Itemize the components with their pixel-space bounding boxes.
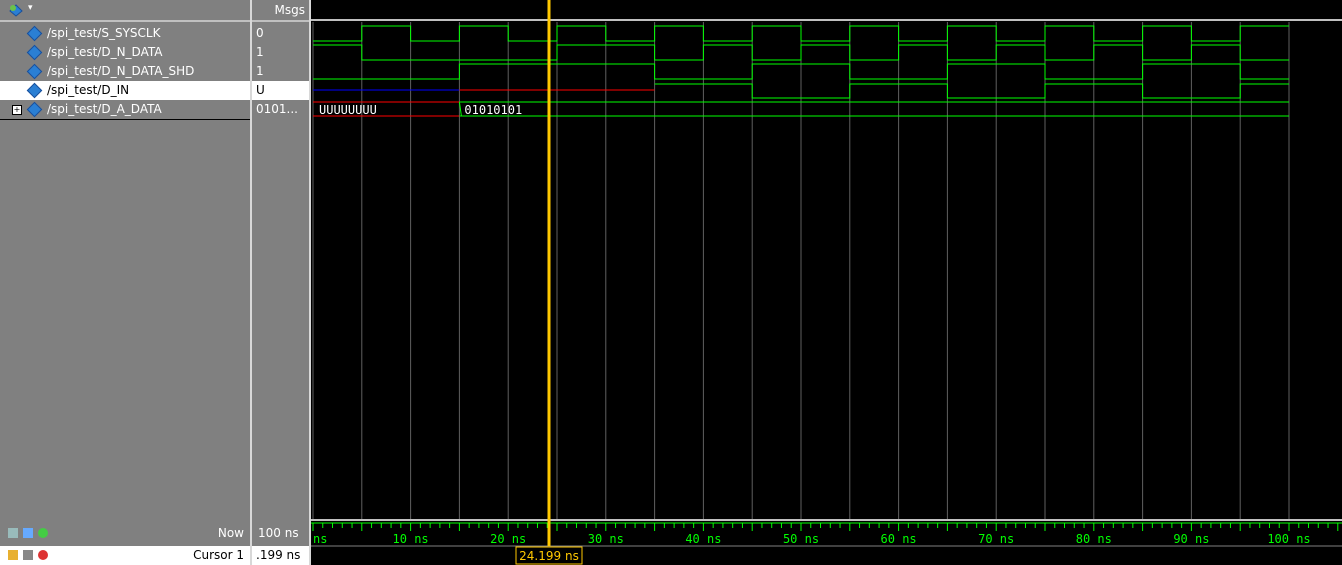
sysclk-wave <box>313 25 1289 42</box>
signal-diamond-icon <box>26 101 43 118</box>
signal-row-d-a-data[interactable]: + /spi_test/D_A_DATA <box>0 100 252 120</box>
signal-value: 1 <box>256 64 264 78</box>
ruler-label: 100 ns <box>1267 532 1310 546</box>
values-pane: Msgs 0 1 1 U 0101... 100 ns .199 ns <box>252 0 309 565</box>
signal-row-d-in[interactable]: /spi_test/D_IN <box>0 81 252 100</box>
waveform-area[interactable]: UUUUUUUU 01010101 0 ns 10 ns 20 ns 30 ns 40 n… <box>311 0 1342 565</box>
dropdown-arrow-icon[interactable]: ▾ <box>28 3 33 13</box>
names-header: ▾ <box>0 0 252 22</box>
expand-plus-icon[interactable]: + <box>12 105 22 115</box>
now-value-cell: 100 ns <box>252 522 309 545</box>
insert-icon[interactable] <box>23 528 33 538</box>
signal-row-sysclk[interactable]: /spi_test/S_SYSCLK <box>0 24 252 43</box>
signal-names-pane: ▾ /spi_test/S_SYSCLK /spi_test/D_N_DATA … <box>0 0 252 565</box>
add-cursor-icon[interactable] <box>38 528 48 538</box>
signal-diamond-icon <box>26 63 43 80</box>
cursor-row: Cursor 1 <box>0 546 252 565</box>
wave-tool-icon[interactable] <box>8 3 24 17</box>
ruler-label: 60 ns <box>881 532 917 546</box>
ruler-label: 30 ns <box>588 532 624 546</box>
bus-value-before: UUUUUUUU <box>319 103 377 117</box>
cursor-value-cell: .199 ns <box>252 546 309 565</box>
add-icon[interactable] <box>8 528 18 538</box>
ruler-label: 90 ns <box>1173 532 1209 546</box>
bus-value-after: 01010101 <box>464 103 522 117</box>
values-header: Msgs <box>252 0 309 22</box>
signal-value: 0101... <box>256 102 298 116</box>
signal-row-d-n-data[interactable]: /spi_test/D_N_DATA <box>0 43 252 62</box>
wrench-icon[interactable] <box>23 550 33 560</box>
ruler-label: 20 ns <box>490 532 526 546</box>
ruler-label: 70 ns <box>978 532 1014 546</box>
signal-value: 1 <box>256 45 264 59</box>
ruler-label: 50 ns <box>783 532 819 546</box>
signal-diamond-icon <box>26 82 43 99</box>
lock-icon[interactable] <box>8 550 18 560</box>
ruler-label: 10 ns <box>393 532 429 546</box>
signal-value: U <box>256 83 265 97</box>
signal-value: 0 <box>256 26 264 40</box>
signal-diamond-icon <box>26 44 43 61</box>
signal-row-d-n-data-shd[interactable]: /spi_test/D_N_DATA_SHD <box>0 62 252 81</box>
ruler-label: 80 ns <box>1076 532 1112 546</box>
ruler-label: 0 ns <box>311 532 327 546</box>
now-row: Now <box>0 522 252 545</box>
remove-cursor-icon[interactable] <box>38 550 48 560</box>
cursor-time-label: 24.199 ns <box>519 549 579 563</box>
ruler-label: 40 ns <box>685 532 721 546</box>
signal-diamond-icon <box>26 25 43 42</box>
